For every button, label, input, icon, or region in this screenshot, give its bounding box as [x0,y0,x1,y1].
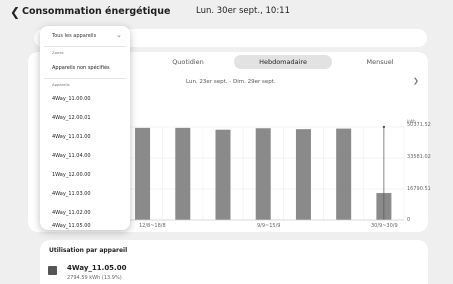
x-tick-label: 9/9~15/9 [257,223,281,229]
period-tabs: Quotidien Hebdomadaire Mensuel [118,55,418,69]
usage-title: Utilisation par appareil [49,247,128,254]
device-icon [48,266,57,275]
chevron-down-icon[interactable]: ⌄ [116,31,122,39]
date-range: Lun. 23er sept. - Dim. 29er sept. [186,79,276,85]
y-tick-label: 0 [407,217,411,223]
usage-device-name: 4Way_11.05.00 [67,264,127,272]
dropdown-selected[interactable]: Tous les appareils [52,33,96,39]
divider [44,78,126,79]
date-time: Lun. 30er sept., 10:11 [196,6,290,16]
devices-section-label: Appareils [52,82,70,87]
zones-section-label: Zones [52,50,64,55]
dropdown-item-device[interactable]: 4Way_11.04.00 [52,152,126,161]
dropdown-item-device[interactable]: 4Way_12.00.01 [52,114,126,123]
chevron-left-icon[interactable]: ❮ [10,5,20,19]
x-tick-label: 12/8~18/8 [139,223,166,229]
tab-weekly[interactable]: Hebdomadaire [234,55,332,69]
page-title: Consommation énergétique [22,6,171,17]
dropdown-item-device[interactable]: 4Way_11.02.00 [52,209,126,218]
chevron-right-icon[interactable]: ❯ [413,77,419,85]
dropdown-item-device[interactable]: 4Way_11.05.00 [52,222,126,231]
y-tick-label: 50371.52 [407,122,431,128]
y-tick-label: 33581.02 [407,154,431,160]
y-tick-label: 16790.51 [407,186,431,192]
tab-monthly[interactable]: Mensuel [352,55,408,69]
x-tick-label: 30/9~30/9 [371,223,398,229]
dropdown-item-device[interactable]: 1Way_12.00.00 [52,171,126,180]
dropdown-item-unspecified[interactable]: Appareils non spécifiés [52,64,126,73]
dropdown-item-device[interactable]: 4Way_11.03.00 [52,190,126,199]
top-bar: ❮ Consommation énergétique Lun. 30er sep… [0,0,453,24]
tab-daily[interactable]: Quotidien [148,55,228,69]
divider [44,46,126,47]
dropdown-item-device[interactable]: 4Way_11.01.00 [52,133,126,142]
device-dropdown: Tous les appareils ⌄ Zones Appareils non… [40,26,130,230]
dropdown-item-device[interactable]: 4Way_11.00.00 [52,95,126,104]
usage-device-value: 2794.59 kWh (13.9%) [67,275,122,281]
